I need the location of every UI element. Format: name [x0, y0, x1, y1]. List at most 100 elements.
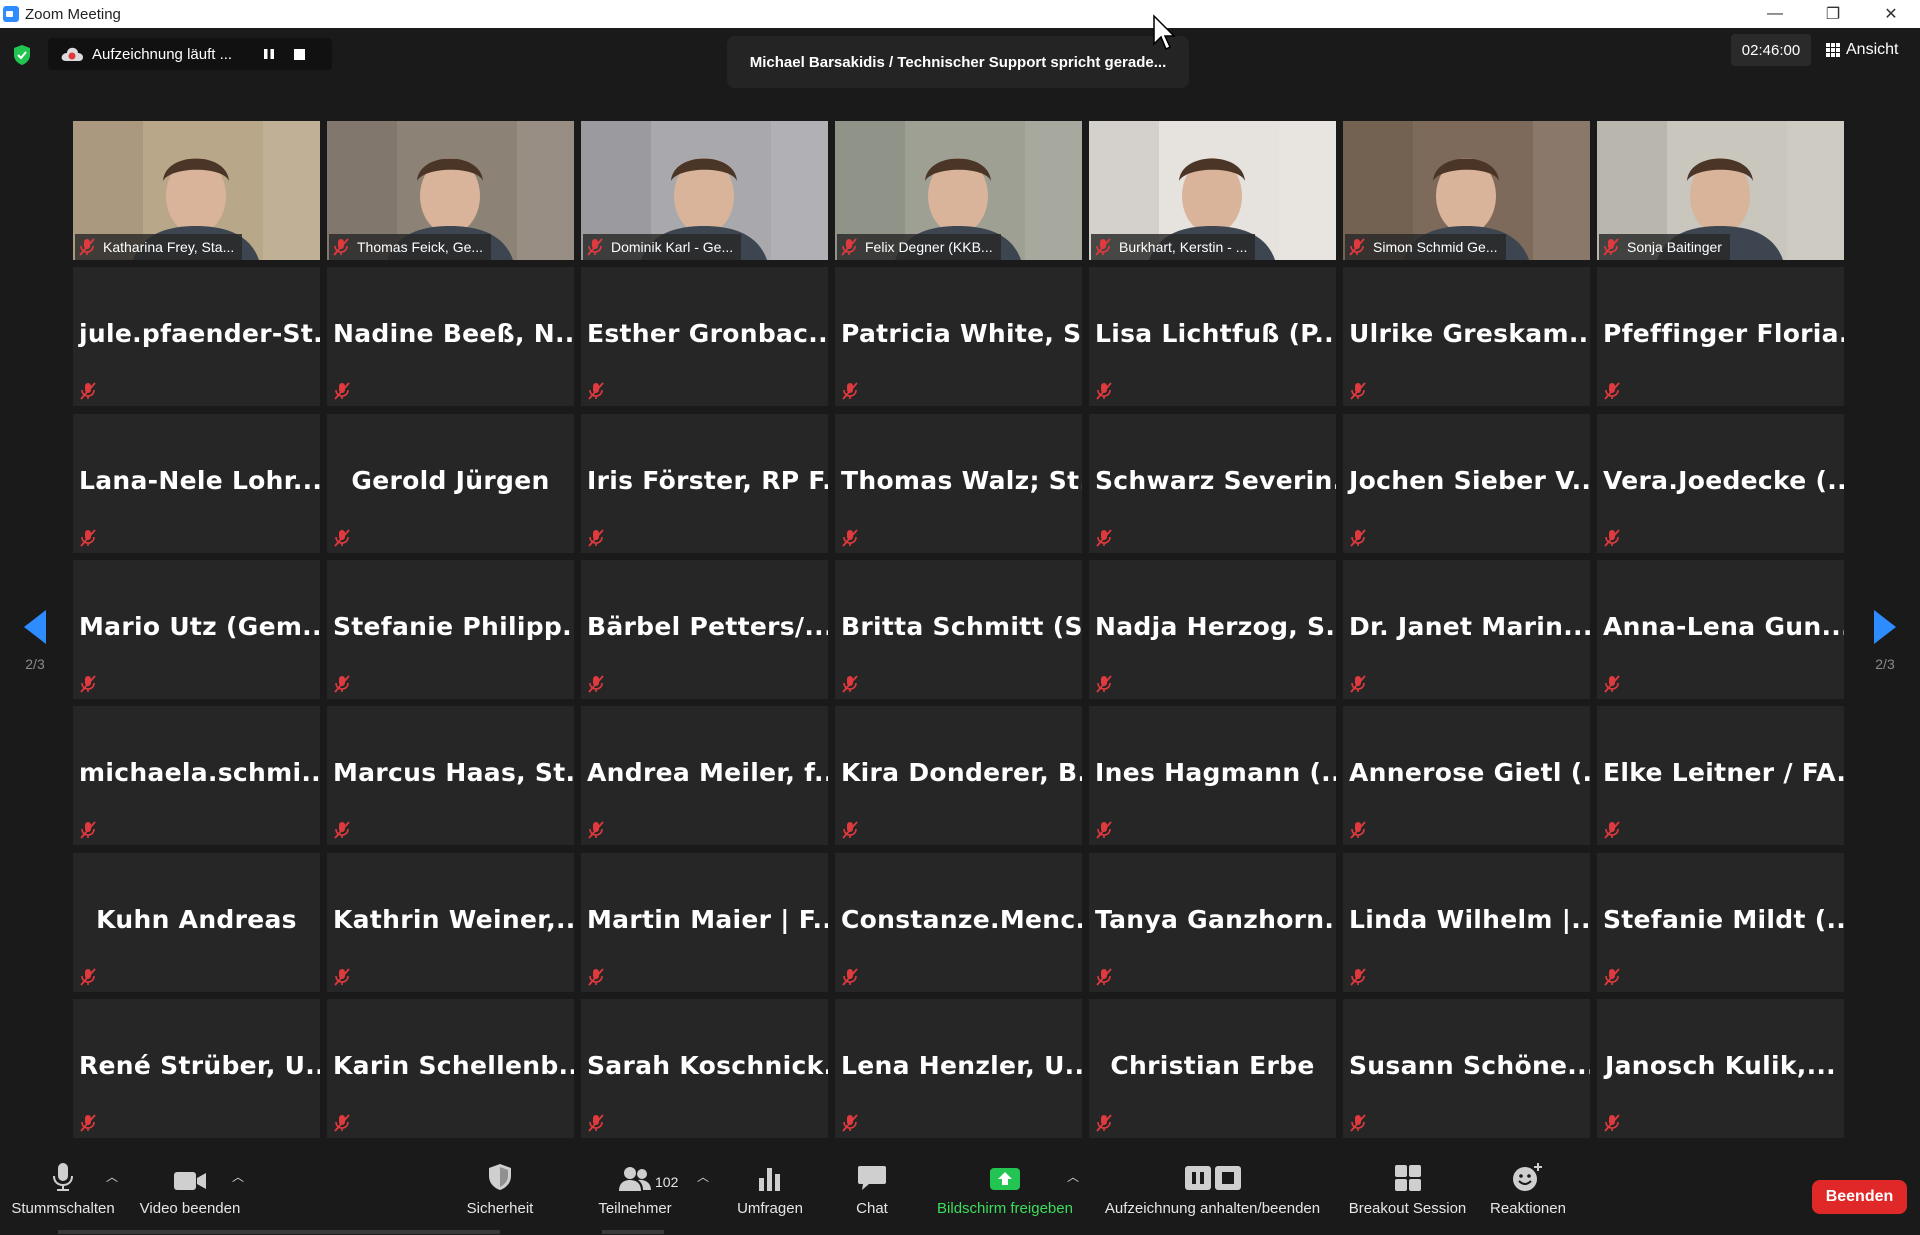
video-label: Video beenden: [139, 1200, 241, 1217]
video-tile[interactable]: Dominik Karl - Ge...: [581, 121, 828, 260]
muted-microphone-icon: [841, 238, 857, 256]
participant-name: Vera.Joedecke (...: [1603, 466, 1844, 495]
participant-tile[interactable]: Kuhn Andreas: [73, 853, 320, 992]
participant-name: Felix Degner (KKB...: [865, 239, 993, 255]
muted-microphone-icon: [1604, 529, 1620, 547]
participant-tile[interactable]: Annerose Gietl (...: [1343, 706, 1590, 845]
muted-microphone-icon: [334, 529, 350, 547]
participant-tile[interactable]: Anna-Lena Gun...: [1597, 560, 1844, 699]
recording-controls-button[interactable]: Aufzeichnung anhalten/beenden: [1095, 1150, 1330, 1235]
pause-recording-button[interactable]: [256, 41, 282, 67]
participant-tile[interactable]: Schwarz Severin...: [1089, 414, 1336, 553]
participant-tile[interactable]: Constanze.Menc...: [835, 853, 1082, 992]
participants-button[interactable]: Teilnehmer: [585, 1150, 685, 1235]
minimize-button[interactable]: —: [1746, 0, 1804, 28]
video-tile[interactable]: Burkhart, Kerstin - ...: [1089, 121, 1336, 260]
participant-tile[interactable]: Elke Leitner / FA...: [1597, 706, 1844, 845]
arrow-right-icon: [1874, 610, 1896, 644]
muted-microphone-icon: [1350, 382, 1366, 400]
previous-page-button[interactable]: 2/3: [10, 610, 60, 672]
muted-microphone-icon: [1350, 529, 1366, 547]
participant-tile[interactable]: Lisa Lichtfuß (P...: [1089, 267, 1336, 406]
participant-tile[interactable]: Iris Förster, RP F...: [581, 414, 828, 553]
share-options-chevron-icon[interactable]: ︿: [1067, 1168, 1079, 1185]
participant-tile[interactable]: Ines Hagmann (...: [1089, 706, 1336, 845]
participant-tile[interactable]: Karin Schellenb...: [327, 999, 574, 1138]
muted-microphone-icon: [588, 1114, 604, 1132]
participant-tile[interactable]: René Strüber, U...: [73, 999, 320, 1138]
participant-tile[interactable]: Nadja Herzog, S...: [1089, 560, 1336, 699]
reactions-button[interactable]: Reaktionen: [1478, 1150, 1578, 1235]
stop-recording-button[interactable]: [286, 41, 312, 67]
participant-name: Esther Gronbac...: [587, 319, 828, 348]
video-tile[interactable]: Simon Schmid Ge...: [1343, 121, 1590, 260]
share-screen-icon: [990, 1168, 1020, 1190]
video-tile[interactable]: Thomas Feick, Ge...: [327, 121, 574, 260]
participant-tile[interactable]: Patricia White, S...: [835, 267, 1082, 406]
share-screen-button[interactable]: Bildschirm freigeben: [925, 1150, 1085, 1235]
participant-tile[interactable]: Kathrin Weiner,...: [327, 853, 574, 992]
next-page-button[interactable]: 2/3: [1860, 610, 1910, 672]
participant-tile[interactable]: Ulrike Greskam...: [1343, 267, 1590, 406]
participant-tile[interactable]: Vera.Joedecke (...: [1597, 414, 1844, 553]
participant-tile[interactable]: Janosch Kulik,...: [1597, 999, 1844, 1138]
participant-tile[interactable]: Lana-Nele Lohr...: [73, 414, 320, 553]
video-tile[interactable]: Sonja Baitinger: [1597, 121, 1844, 260]
participant-tile[interactable]: Tanya Ganzhorn...: [1089, 853, 1336, 992]
muted-microphone-icon: [588, 675, 604, 693]
security-button[interactable]: Sicherheit: [450, 1150, 550, 1235]
participant-tile[interactable]: Stefanie Mildt (...: [1597, 853, 1844, 992]
participant-name-tag: Sonja Baitinger: [1599, 234, 1730, 260]
muted-microphone-icon: [1604, 675, 1620, 693]
mute-button[interactable]: Stummschalten: [8, 1150, 118, 1235]
participant-name: Gerold Jürgen: [351, 466, 550, 495]
restore-button[interactable]: ❐: [1804, 0, 1862, 28]
participant-tile[interactable]: Stefanie Philipp...: [327, 560, 574, 699]
polls-button[interactable]: Umfragen: [720, 1150, 820, 1235]
participant-tile[interactable]: Thomas Walz; St...: [835, 414, 1082, 553]
muted-microphone-icon: [334, 1114, 350, 1132]
participant-tile[interactable]: Gerold Jürgen: [327, 414, 574, 553]
mute-label: Stummschalten: [11, 1200, 115, 1217]
participant-tile[interactable]: Dr. Janet Marin...: [1343, 560, 1590, 699]
participant-tile[interactable]: Sarah Koschnick...: [581, 999, 828, 1138]
shield-check-icon[interactable]: [12, 44, 32, 66]
close-button[interactable]: ✕: [1862, 0, 1920, 28]
participant-tile[interactable]: Martin Maier | F...: [581, 853, 828, 992]
participant-tile[interactable]: Jochen Sieber V...: [1343, 414, 1590, 553]
breakout-session-button[interactable]: Breakout Session: [1345, 1150, 1470, 1235]
audio-options-chevron-icon[interactable]: ︿: [106, 1168, 118, 1185]
participant-tile[interactable]: Andrea Meiler, f...: [581, 706, 828, 845]
participant-name: Marcus Haas, St...: [333, 758, 574, 787]
participant-tile[interactable]: Christian Erbe: [1089, 999, 1336, 1138]
participant-name-tag: Katharina Frey, Sta...: [75, 234, 243, 260]
participant-tile[interactable]: jule.pfaender-St...: [73, 267, 320, 406]
participant-tile[interactable]: Marcus Haas, St...: [327, 706, 574, 845]
microphone-icon: [53, 1163, 73, 1191]
participant-tile[interactable]: Esther Gronbac...: [581, 267, 828, 406]
participant-name: Katharina Frey, Sta...: [103, 239, 235, 255]
participant-name: René Strüber, U...: [79, 1051, 320, 1080]
participant-tile[interactable]: Linda Wilhelm |...: [1343, 853, 1590, 992]
participant-tile[interactable]: Bärbel Petters/...: [581, 560, 828, 699]
participants-options-chevron-icon[interactable]: ︿: [697, 1168, 709, 1185]
participant-tile[interactable]: Mario Utz (Gem...: [73, 560, 320, 699]
participant-name: Susann Schöne...: [1349, 1051, 1590, 1080]
video-tile[interactable]: Felix Degner (KKB...: [835, 121, 1082, 260]
participant-name: Tanya Ganzhorn...: [1095, 905, 1336, 934]
participant-tile[interactable]: Susann Schöne...: [1343, 999, 1590, 1138]
participant-name: Patricia White, S...: [841, 319, 1082, 348]
view-button[interactable]: Ansicht: [1826, 38, 1898, 62]
chat-button[interactable]: Chat: [822, 1150, 922, 1235]
participant-tile[interactable]: michaela.schmi...: [73, 706, 320, 845]
video-tile[interactable]: Katharina Frey, Sta...: [73, 121, 320, 260]
stop-video-button[interactable]: Video beenden: [135, 1150, 245, 1235]
participant-tile[interactable]: Pfeffinger Floria...: [1597, 267, 1844, 406]
participant-tile[interactable]: Lena Henzler, U...: [835, 999, 1082, 1138]
muted-microphone-icon: [1095, 238, 1111, 256]
participant-tile[interactable]: Kira Donderer, B...: [835, 706, 1082, 845]
video-options-chevron-icon[interactable]: ︿: [232, 1168, 244, 1185]
participant-tile[interactable]: Britta Schmitt (S...: [835, 560, 1082, 699]
participant-tile[interactable]: Nadine Beeß, N...: [327, 267, 574, 406]
end-meeting-button[interactable]: Beenden: [1812, 1180, 1907, 1214]
